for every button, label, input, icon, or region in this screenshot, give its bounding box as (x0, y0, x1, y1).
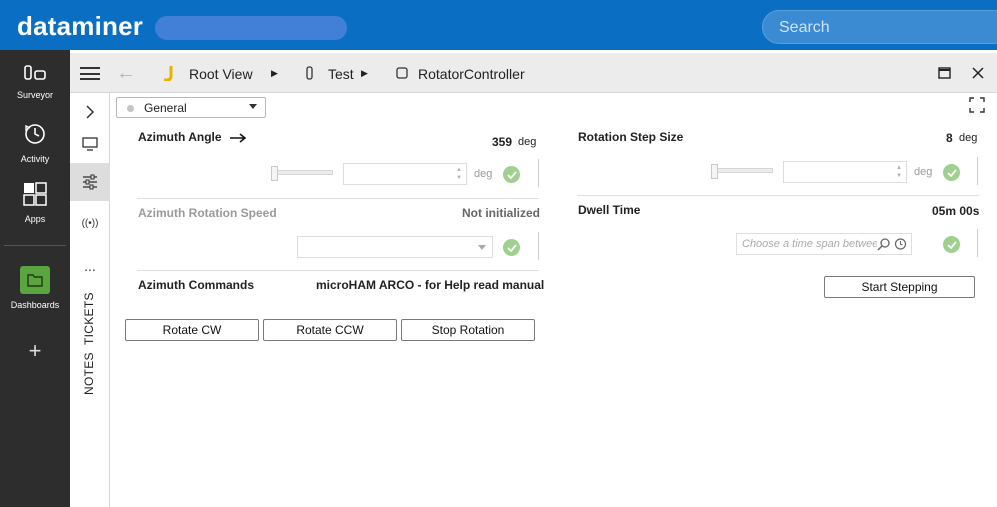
back-arrow-icon[interactable]: ← (116, 62, 136, 85)
close-icon[interactable] (972, 67, 984, 79)
stop-rotation-button[interactable]: Stop Rotation (401, 319, 535, 341)
azimuth-angle-slider[interactable] (273, 170, 333, 175)
dwell-time-label: Dwell Time (578, 203, 641, 217)
tab-tickets[interactable]: TICKETS (82, 292, 96, 345)
root-view-icon (164, 66, 173, 81)
window-toolbar: ← Root View ▶ Test ▶ RotatorController (70, 53, 997, 93)
brand-logo[interactable]: dataminer (17, 11, 143, 42)
surveyor-icon (24, 65, 46, 80)
card-sidebar: ((•)) ... TICKETS NOTES (70, 93, 110, 507)
breadcrumb-test[interactable]: Test (328, 66, 354, 82)
divider (538, 159, 539, 187)
signal-broadcast-icon[interactable]: ((•)) (70, 211, 110, 237)
dwell-time-input[interactable]: Choose a time span between (736, 233, 912, 255)
status-dot (127, 105, 134, 112)
breadcrumb-root-view[interactable]: Root View (189, 66, 253, 82)
breadcrumb-rotator-controller[interactable]: RotatorController (418, 66, 525, 82)
azimuth-speed-select[interactable] (297, 236, 493, 258)
redacted-system-name (155, 16, 347, 40)
step-size-slider[interactable] (713, 168, 773, 173)
step-size-label: Rotation Step Size (578, 130, 684, 144)
sidebar-item-surveyor[interactable]: Surveyor (0, 64, 70, 100)
start-stepping-button[interactable]: Start Stepping (824, 276, 975, 298)
app-sidebar: Surveyor Activity Apps Dashboards + (0, 50, 70, 507)
clock-icon[interactable] (894, 237, 907, 251)
separator (577, 195, 979, 196)
step-size-unit: deg (959, 132, 978, 144)
top-header: dataminer Search (0, 0, 997, 50)
sidebar-divider (4, 245, 66, 246)
azimuth-angle-label: Azimuth Angle (138, 130, 222, 144)
azimuth-angle-input-unit: deg (474, 168, 493, 180)
sidebar-item-activity[interactable]: Activity (0, 122, 70, 164)
parameters-sliders-icon[interactable] (70, 163, 110, 201)
chevron-down-icon (478, 245, 486, 250)
divider (977, 229, 978, 257)
step-size-input[interactable]: ▲ ▼ (783, 161, 907, 183)
hamburger-menu-icon[interactable] (80, 67, 100, 80)
search-placeholder: Search (779, 19, 830, 36)
separator (137, 198, 539, 199)
rotate-cw-button[interactable]: Rotate CW (125, 319, 259, 341)
search-icon[interactable] (877, 237, 891, 251)
spinner-icon[interactable]: ▲ ▼ (456, 166, 462, 182)
divider (977, 157, 978, 185)
dashboards-icon (20, 266, 50, 294)
view-icon (306, 66, 313, 80)
step-size-input-unit: deg (914, 166, 933, 178)
azimuth-angle-value: 359 (492, 135, 513, 149)
tab-notes[interactable]: NOTES (82, 352, 96, 395)
rotate-ccw-button[interactable]: Rotate CCW (263, 319, 397, 341)
activity-icon (25, 124, 45, 144)
arrow-right-icon (230, 133, 247, 143)
expand-chevron-icon[interactable] (70, 99, 110, 125)
maximize-icon[interactable] (938, 67, 951, 79)
confirm-check-icon[interactable] (503, 166, 520, 183)
step-size-value: 8 (946, 131, 953, 145)
page-selector-value: General (144, 101, 187, 115)
azimuth-angle-unit: deg (518, 136, 537, 148)
dwell-time-value: 05m 00s (932, 204, 980, 218)
search-box[interactable]: Search (762, 10, 997, 44)
more-options-icon[interactable]: ... (70, 259, 110, 277)
azimuth-speed-label: Azimuth Rotation Speed (138, 206, 277, 220)
chevron-down-icon (249, 104, 257, 109)
separator (137, 270, 539, 271)
sidebar-label: Activity (20, 154, 50, 164)
sidebar-label: Surveyor (16, 90, 53, 100)
element-icon (396, 67, 408, 79)
confirm-check-icon[interactable] (503, 239, 520, 256)
azimuth-speed-value: Not initialized (462, 206, 540, 220)
azimuth-angle-input[interactable]: ▲ ▼ (343, 163, 467, 185)
fullscreen-icon[interactable] (969, 97, 985, 113)
sidebar-item-dashboards[interactable]: Dashboards (0, 266, 70, 310)
page-selector-dropdown[interactable]: General (116, 97, 266, 118)
azimuth-commands-value: microHAM ARCO - for Help read manual (316, 278, 545, 292)
azimuth-commands-label: Azimuth Commands (138, 278, 255, 292)
apps-icon (23, 182, 47, 206)
sidebar-item-apps[interactable]: Apps (0, 182, 70, 224)
spinner-icon[interactable]: ▲ ▼ (896, 164, 902, 180)
plus-icon[interactable]: + (0, 338, 70, 364)
sidebar-label: Apps (24, 214, 46, 224)
divider (538, 232, 539, 260)
confirm-check-icon[interactable] (943, 164, 960, 181)
step-size-slider-thumb[interactable] (711, 164, 718, 179)
breadcrumb-arrow-icon: ▶ (271, 68, 278, 78)
sidebar-label: Dashboards (10, 300, 60, 310)
monitor-icon[interactable] (70, 131, 110, 157)
dwell-time-placeholder: Choose a time span between (742, 238, 885, 250)
breadcrumb-arrow-icon: ▶ (361, 68, 368, 78)
confirm-check-icon[interactable] (943, 236, 960, 253)
azimuth-angle-slider-thumb[interactable] (271, 166, 278, 181)
parameter-card: General Azimuth Angle 359 deg ▲ ▼ deg Azi… (111, 93, 997, 507)
